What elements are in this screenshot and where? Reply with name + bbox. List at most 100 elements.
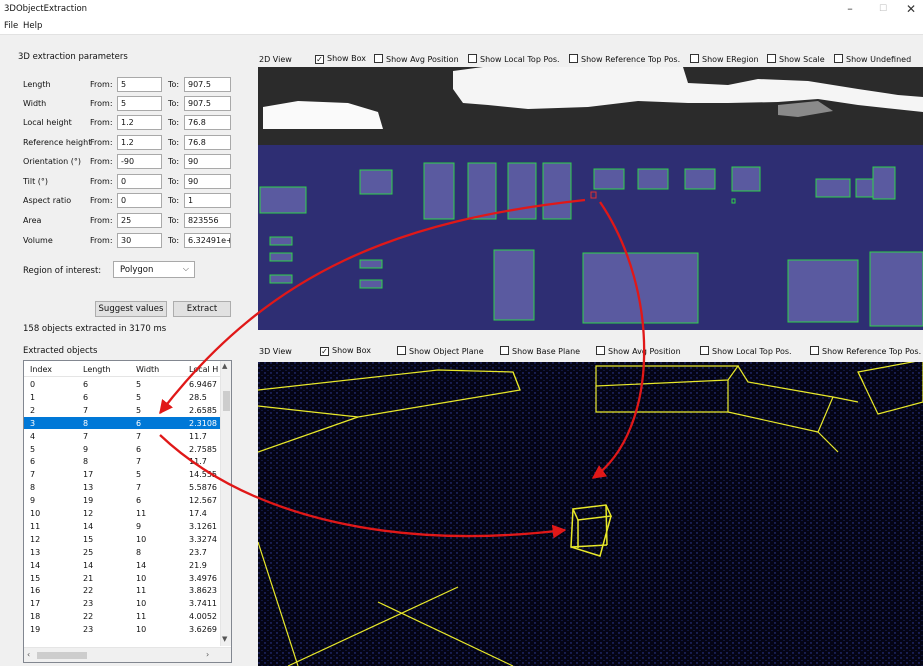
to-label: To: bbox=[168, 216, 180, 225]
local-height-to-input[interactable]: 76.8 bbox=[184, 115, 231, 130]
table-cell: 8 bbox=[83, 418, 89, 428]
col-header-length[interactable]: Length bbox=[83, 365, 111, 374]
table-row[interactable]: 5 9 6 2.7585 bbox=[24, 443, 220, 455]
params-group-title: 3D extraction parameters bbox=[18, 52, 128, 62]
reference-height-from-input[interactable]: 1.2 bbox=[117, 135, 162, 150]
close-button[interactable]: ✕ bbox=[897, 1, 923, 17]
table-row[interactable]: 14 14 14 21.9 bbox=[24, 559, 220, 571]
scroll-right-icon[interactable]: › bbox=[206, 650, 209, 659]
table-cell: 11 bbox=[136, 509, 147, 518]
scroll-up-icon[interactable]: ▲ bbox=[222, 362, 227, 370]
table-row[interactable]: 6 8 7 11.7 bbox=[24, 455, 220, 467]
view2d-label: 2D View bbox=[259, 55, 292, 64]
area-from-input[interactable]: 25 bbox=[117, 213, 162, 228]
table-row[interactable]: 18 22 11 4.0052 bbox=[24, 610, 220, 622]
scroll-down-icon[interactable]: ▼ bbox=[222, 635, 227, 643]
view3d-show-base-plane-checkbox[interactable]: Show Base Plane bbox=[500, 346, 580, 356]
view2d-show-scale-checkbox[interactable]: Show Scale bbox=[767, 54, 825, 64]
table-row[interactable]: 2 7 5 2.6585 bbox=[24, 404, 220, 416]
table-cell: 14 bbox=[30, 560, 41, 570]
param-label: Volume bbox=[23, 236, 53, 245]
from-label: From: bbox=[90, 236, 113, 245]
suggest-values-button[interactable]: Suggest values bbox=[95, 301, 167, 317]
table-row[interactable]: 15 21 10 3.4976 bbox=[24, 572, 220, 584]
view2d-show-undefined-checkbox[interactable]: Show Undefined bbox=[834, 54, 911, 64]
scroll-thumb[interactable] bbox=[37, 652, 87, 659]
volume-from-input[interactable]: 30 bbox=[117, 233, 162, 248]
table-row[interactable]: 1 6 5 28.5 bbox=[24, 391, 220, 403]
table-cell: 23 bbox=[83, 599, 94, 609]
roi-select[interactable]: Polygon ⌵ bbox=[113, 261, 195, 278]
aspect-ratio-from-input[interactable]: 0 bbox=[117, 193, 162, 208]
title-bar: 3DObjectExtraction – ☐ ✕ bbox=[0, 0, 923, 18]
from-label: From: bbox=[90, 80, 113, 89]
area-to-input[interactable]: 823556 bbox=[184, 213, 231, 228]
to-label: To: bbox=[168, 236, 180, 245]
table-row[interactable]: 4 7 7 11.7 bbox=[24, 430, 220, 442]
reference-height-to-input[interactable]: 76.8 bbox=[184, 135, 231, 150]
checkmark-icon: ✓ bbox=[315, 55, 324, 64]
col-header-width[interactable]: Width bbox=[136, 365, 159, 374]
view2d-show-eregion-checkbox[interactable]: Show ERegion bbox=[690, 54, 759, 64]
table-cell: 3.1261 bbox=[189, 521, 217, 531]
view3d-show-object-plane-checkbox[interactable]: Show Object Plane bbox=[397, 346, 484, 356]
width-to-input[interactable]: 907.5 bbox=[184, 96, 231, 111]
table-row[interactable]: 0 6 5 6.9467 bbox=[24, 378, 220, 390]
aspect-ratio-to-input[interactable]: 1 bbox=[184, 193, 231, 208]
col-header-local-height[interactable]: Local H bbox=[189, 365, 218, 374]
from-label: From: bbox=[90, 157, 113, 166]
table-cell: 6 bbox=[30, 457, 36, 467]
table-row[interactable]: 9 19 6 12.567 bbox=[24, 494, 220, 506]
view3d-canvas[interactable] bbox=[258, 362, 923, 666]
view3d-show-box-checkbox[interactable]: ✓ Show Box bbox=[320, 346, 371, 356]
volume-to-input[interactable]: 6.32491e+ bbox=[184, 233, 231, 248]
table-row[interactable]: 17 23 10 3.7411 bbox=[24, 597, 220, 609]
vertical-scrollbar[interactable]: ▲ ▼ bbox=[220, 361, 231, 646]
table-row[interactable]: 12 15 10 3.3274 bbox=[24, 533, 220, 545]
view3d-show-local-top-checkbox[interactable]: Show Local Top Pos. bbox=[700, 346, 792, 356]
col-header-index[interactable]: Index bbox=[30, 365, 52, 374]
view2d-show-reference-top-checkbox[interactable]: Show Reference Top Pos. bbox=[569, 54, 680, 64]
table-row[interactable]: 16 22 11 3.8623 bbox=[24, 584, 220, 596]
from-label: From: bbox=[90, 177, 113, 186]
length-from-input[interactable]: 5 bbox=[117, 77, 162, 92]
scroll-left-icon[interactable]: ‹ bbox=[27, 650, 30, 659]
view2d-canvas[interactable] bbox=[258, 67, 923, 330]
objects-table[interactable]: Index Length Width Local H 0 6 5 6.9467 1 6 5 2… bbox=[23, 360, 232, 663]
table-row[interactable]: 19 23 10 3.6269 bbox=[24, 623, 220, 635]
table-row[interactable]: 11 14 9 3.1261 bbox=[24, 520, 220, 532]
orientation-to-input[interactable]: 90 bbox=[184, 154, 231, 169]
menu-help[interactable]: Help bbox=[23, 21, 42, 31]
table-row[interactable]: 3 8 6 2.3108 bbox=[24, 416, 220, 429]
param-label: Orientation (°) bbox=[23, 157, 81, 166]
table-row[interactable]: 10 12 11 17.4 bbox=[24, 507, 220, 519]
table-cell: 3 bbox=[30, 418, 36, 428]
table-cell: 13 bbox=[83, 483, 94, 493]
view3d-show-avg-position-checkbox[interactable]: Show Avg Position bbox=[596, 346, 681, 356]
horizontal-scrollbar[interactable]: ‹ › bbox=[24, 647, 231, 662]
table-cell: 3.7411 bbox=[189, 599, 217, 609]
table-row[interactable]: 13 25 8 23.7 bbox=[24, 546, 220, 558]
to-label: To: bbox=[168, 80, 180, 89]
left-panel: 3D extraction parameters Length From: 5 … bbox=[0, 36, 254, 666]
maximize-button[interactable]: ☐ bbox=[869, 1, 897, 17]
view2d-show-box-checkbox[interactable]: ✓ Show Box bbox=[315, 54, 366, 64]
param-row-reference-height: Reference height From: 1.2 To: 76.8 bbox=[0, 135, 254, 151]
view3d-show-reference-top-checkbox[interactable]: Show Reference Top Pos. bbox=[810, 346, 921, 356]
table-cell: 11.7 bbox=[189, 457, 207, 467]
minimize-button[interactable]: – bbox=[836, 1, 864, 17]
table-row[interactable]: 7 17 5 14.555 bbox=[24, 468, 220, 480]
tilt-to-input[interactable]: 90 bbox=[184, 174, 231, 189]
scroll-thumb[interactable] bbox=[223, 391, 230, 411]
orientation-from-input[interactable]: -90 bbox=[117, 154, 162, 169]
view2d-show-local-top-checkbox[interactable]: Show Local Top Pos. bbox=[468, 54, 560, 64]
length-to-input[interactable]: 907.5 bbox=[184, 77, 231, 92]
table-row[interactable]: 8 13 7 5.5876 bbox=[24, 481, 220, 493]
menu-file[interactable]: File bbox=[4, 21, 18, 31]
tilt-from-input[interactable]: 0 bbox=[117, 174, 162, 189]
local-height-from-input[interactable]: 1.2 bbox=[117, 115, 162, 130]
extract-button[interactable]: Extract bbox=[173, 301, 231, 317]
width-from-input[interactable]: 5 bbox=[117, 96, 162, 111]
table-cell: 8 bbox=[83, 457, 89, 467]
view2d-show-avg-position-checkbox[interactable]: Show Avg Position bbox=[374, 54, 459, 64]
